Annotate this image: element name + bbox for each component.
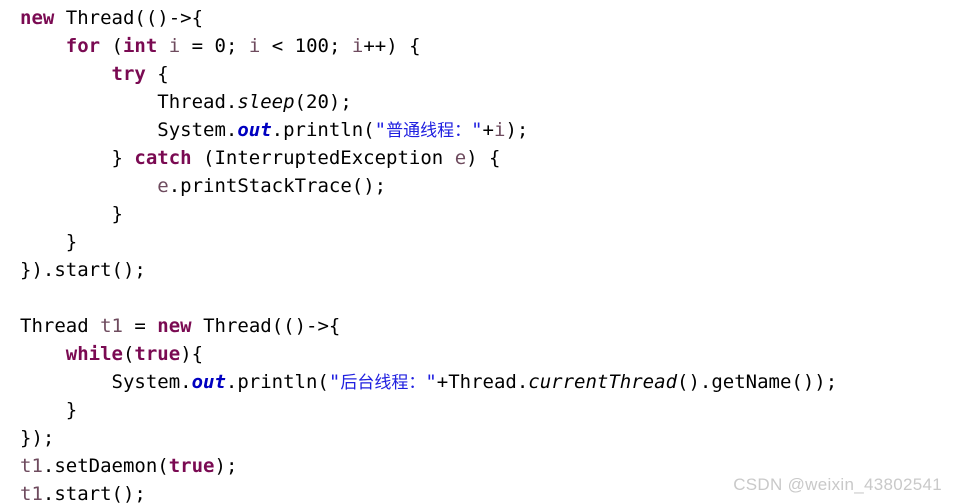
- code-line: });: [20, 424, 837, 452]
- code-line: for (int i = 0; i < 100; i++) {: [20, 32, 837, 60]
- code-token-var: e: [157, 175, 169, 197]
- code-token-plain: .printStackTrace();: [168, 175, 387, 197]
- code-token-keyword: true: [168, 455, 215, 477]
- code-token-var: t1: [20, 483, 43, 503]
- code-token-cjk: 后台线程：: [340, 373, 426, 393]
- code-token-plain: ){: [180, 343, 204, 365]
- code-token-plain: }: [20, 399, 78, 421]
- code-token-field: out: [237, 119, 272, 141]
- code-line: System.out.println("后台线程："+Thread.curren…: [20, 368, 838, 396]
- code-token-plain: );: [328, 91, 352, 113]
- code-line: t1.start();: [20, 480, 837, 503]
- code-token-var: i: [351, 35, 364, 57]
- code-token-plain: .setDaemon(: [42, 455, 169, 477]
- code-token-keyword: for: [65, 35, 101, 57]
- code-token-string: ": [328, 371, 341, 393]
- code-token-keyword: true: [134, 343, 181, 365]
- code-block: new Thread(()->{ for (int i = 0; i < 100…: [20, 4, 837, 503]
- code-token-var: t1: [20, 455, 43, 477]
- code-token-string: ": [471, 119, 483, 141]
- code-token-keyword: catch: [134, 147, 192, 169]
- code-token-plain: =: [122, 315, 158, 337]
- code-token-static: sleep: [237, 91, 295, 113]
- code-token-keyword: new: [20, 7, 55, 29]
- code-token-var: i: [248, 35, 261, 57]
- code-line: }: [20, 396, 837, 424]
- code-token-plain: .start();: [42, 483, 146, 503]
- code-token-plain: );: [505, 119, 529, 141]
- code-token-plain: }: [20, 231, 78, 253]
- code-token-plain: Thread: [20, 315, 101, 337]
- code-token-plain: +Thread.: [436, 371, 529, 393]
- code-token-plain: (: [100, 35, 123, 57]
- code-token-plain: (: [122, 343, 135, 365]
- code-line: System.out.println("普通线程："+i);: [20, 116, 837, 144]
- code-token-plain: }).start();: [20, 259, 146, 281]
- csdn-watermark: CSDN @weixin_43802541: [733, 475, 942, 494]
- code-token-plain: Thread(()->{: [65, 7, 204, 29]
- code-token-var: i: [493, 119, 506, 141]
- code-token-plain: =: [180, 35, 215, 57]
- code-token-number: 0: [214, 35, 226, 57]
- code-token-cjk: 普通线程：: [386, 121, 472, 141]
- code-token-var: i: [168, 35, 181, 57]
- code-token-var: t1: [100, 315, 123, 337]
- code-token-keyword: try: [111, 63, 146, 85]
- code-token-plain: });: [20, 427, 55, 449]
- code-token-plain: .println(: [271, 119, 375, 141]
- code-token-plain: ;: [226, 35, 249, 57]
- code-token-plain: }: [20, 203, 123, 225]
- code-line: while(true){: [20, 340, 837, 368]
- code-token-plain: +: [482, 119, 494, 141]
- code-line: try {: [20, 60, 837, 88]
- code-token-number: 20: [306, 91, 329, 113]
- code-line: Thread.sleep(20);: [20, 88, 837, 116]
- code-token-string: ": [374, 119, 387, 141]
- code-line: }: [20, 228, 837, 256]
- code-token-plain: ++) {: [363, 35, 421, 57]
- code-line: t1.setDaemon(true);: [20, 452, 837, 480]
- code-token-plain: Thread.: [20, 91, 238, 113]
- code-token-plain: }: [20, 147, 135, 169]
- code-token-plain: {: [145, 63, 169, 85]
- code-token-plain: ) {: [466, 147, 501, 169]
- code-token-plain: System.: [20, 119, 238, 141]
- code-token-plain: );: [214, 455, 238, 477]
- code-screenshot: new Thread(()->{ for (int i = 0; i < 100…: [0, 0, 956, 503]
- code-line: } catch (InterruptedException e) {: [20, 144, 837, 172]
- code-token-plain: (InterruptedException: [191, 147, 455, 169]
- code-token-keyword: new: [157, 315, 192, 337]
- code-token-keyword: while: [65, 343, 123, 365]
- code-line: }).start();: [20, 256, 837, 284]
- code-line: new Thread(()->{: [20, 4, 837, 32]
- code-token-plain: ;: [329, 35, 352, 57]
- code-line: Thread t1 = new Thread(()->{: [20, 312, 837, 340]
- code-token-plain: <: [260, 35, 295, 57]
- code-token-plain: System.: [20, 371, 192, 393]
- code-token-static: currentThread: [528, 371, 678, 393]
- code-token-plain: Thread(()->{: [191, 315, 341, 337]
- code-token-field: out: [191, 371, 226, 393]
- code-token-plain: ().getName());: [677, 371, 838, 393]
- code-token-plain: (: [294, 91, 306, 113]
- code-token-keyword: int: [122, 35, 158, 57]
- code-line: e.printStackTrace();: [20, 172, 837, 200]
- code-token-number: 100: [294, 35, 329, 57]
- code-line: }: [20, 200, 837, 228]
- code-token-plain: .println(: [225, 371, 329, 393]
- code-token-string: ": [425, 371, 437, 393]
- code-token-var: e: [454, 147, 467, 169]
